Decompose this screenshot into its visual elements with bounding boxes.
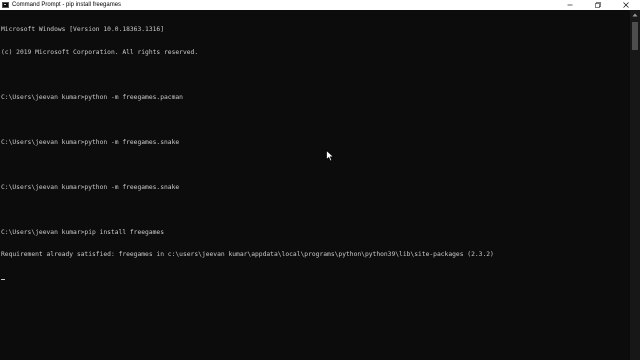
minimize-button[interactable] xyxy=(556,0,584,10)
console-output[interactable]: Microsoft Windows [Version 10.0.18363.13… xyxy=(1,11,629,360)
console-line: Microsoft Windows [Version 10.0.18363.13… xyxy=(1,26,165,33)
chevron-up-icon xyxy=(632,13,638,17)
text-caret xyxy=(1,278,5,280)
window-title: Command Prompt - pip install freegames xyxy=(12,2,122,8)
mouse-pointer-icon xyxy=(326,150,335,162)
console-line: (c) 2019 Microsoft Corporation. All righ… xyxy=(1,48,199,56)
window-controls xyxy=(556,0,640,10)
close-icon xyxy=(623,2,629,8)
command-prompt-window: Command Prompt - pip install freegames M… xyxy=(0,0,640,360)
title-bar[interactable]: Command Prompt - pip install freegames xyxy=(0,0,640,10)
vertical-scrollbar[interactable] xyxy=(630,10,640,360)
console-line: C:\Users\jeevan kumar>python -m freegame… xyxy=(1,138,180,146)
maximize-button[interactable] xyxy=(584,0,612,10)
console-line: C:\Users\jeevan kumar>python -m freegame… xyxy=(1,183,180,191)
cursor-line xyxy=(1,274,629,282)
scroll-up-button[interactable] xyxy=(630,10,640,20)
minimize-icon xyxy=(567,4,573,6)
console-line: C:\Users\jeevan kumar>python -m freegame… xyxy=(1,93,183,101)
maximize-icon xyxy=(595,2,601,8)
console-line: C:\Users\jeevan kumar>pip install freega… xyxy=(1,228,165,236)
close-button[interactable] xyxy=(612,0,640,10)
console-line: Requirement already satisfied: freegames… xyxy=(1,251,494,258)
scroll-thumb[interactable] xyxy=(632,22,638,50)
cmd-icon[interactable] xyxy=(2,2,9,8)
